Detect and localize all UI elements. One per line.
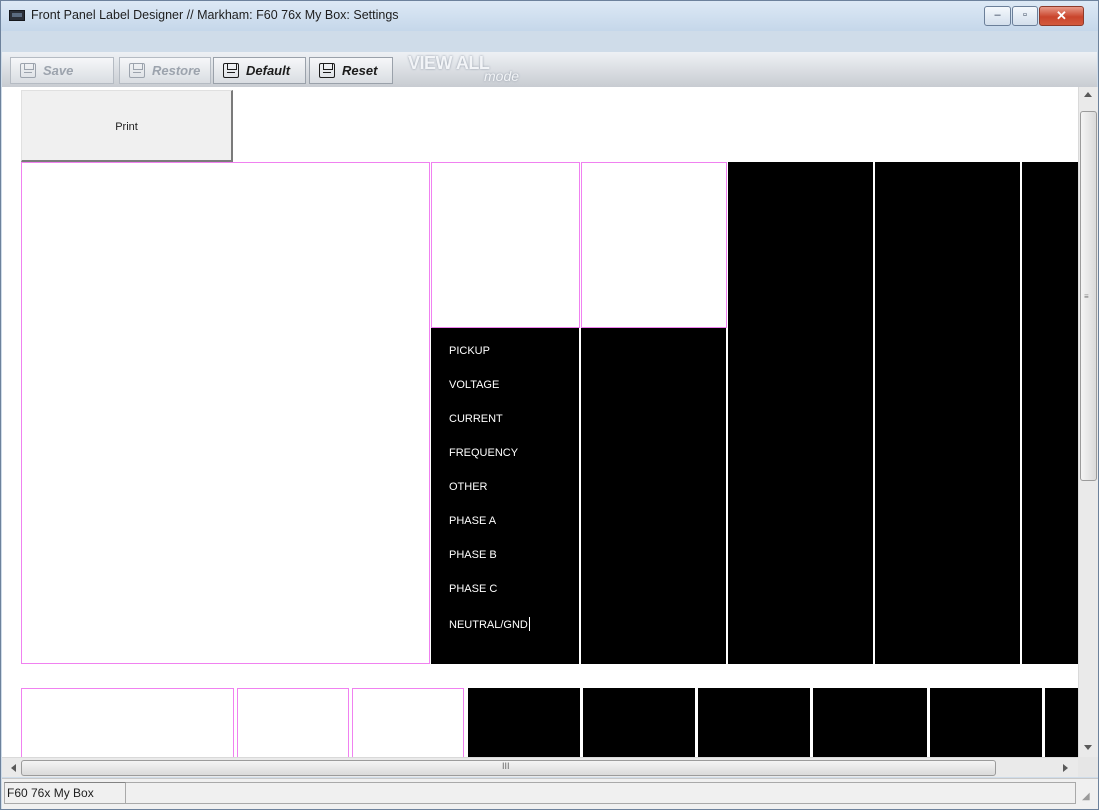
default-button[interactable]: Default [213, 57, 306, 84]
restore-button-label: Restore [152, 63, 201, 78]
display-label-panel[interactable] [21, 162, 430, 664]
vertical-scrollbar[interactable]: ≡ [1078, 87, 1098, 757]
pushbutton-label-panel-9[interactable] [1045, 688, 1078, 757]
pushbutton-label-panel-2[interactable] [237, 688, 349, 757]
default-button-label: Default [246, 63, 291, 78]
led-label-panel-4[interactable] [875, 162, 1020, 664]
restore-button[interactable]: Restore [119, 57, 211, 84]
reset-button-label: Reset [342, 63, 378, 78]
resize-grip-icon[interactable]: ◢ [1082, 791, 1090, 802]
led-label-text: CURRENT [449, 413, 503, 425]
status-bar: F60 76x My Box ◢ [2, 778, 1098, 809]
scroll-left-arrow-icon[interactable] [11, 764, 16, 772]
led-label-text: PICKUP [449, 345, 490, 357]
label-panel-top-2[interactable] [581, 162, 727, 328]
led-label-panel-1[interactable]: PICKUP VOLTAGE CURRENT FREQUENCY OTHER PHASE … [431, 328, 579, 664]
reset-icon [319, 63, 335, 78]
scroll-right-arrow-icon[interactable] [1063, 764, 1068, 772]
save-button[interactable]: Save [10, 57, 114, 84]
led-label-text: NEUTRAL/GND [449, 619, 528, 631]
maximize-button[interactable]: ▫ [1012, 6, 1038, 26]
led-label-item[interactable]: NEUTRAL/GND [449, 617, 569, 631]
horizontal-scroll-thumb[interactable]: III [21, 760, 996, 776]
scroll-up-arrow-icon[interactable] [1084, 92, 1092, 97]
led-label-item[interactable]: PICKUP [449, 345, 569, 357]
led-label-text: PHASE A [449, 515, 497, 527]
scroll-down-arrow-icon[interactable] [1084, 745, 1092, 750]
scroll-corner [1078, 757, 1098, 777]
text-cursor [528, 617, 530, 631]
pushbutton-label-panel-8[interactable] [930, 688, 1042, 757]
pushbutton-label-panel-3[interactable] [352, 688, 464, 757]
print-button[interactable]: Print [21, 90, 233, 162]
toolbar: Save Restore Default Reset VIEW ALL mode [2, 52, 1097, 88]
pushbutton-label-panel-4[interactable] [468, 688, 580, 757]
view-all-mode-toggle[interactable]: VIEW ALL [408, 53, 490, 74]
label-canvas[interactable]: Print PICKUP VOLTAGE CURRENT FREQUENCY OTHER… [2, 87, 1078, 757]
led-label-item[interactable]: FREQUENCY [449, 447, 569, 459]
led-label-text: OTHER [449, 481, 488, 493]
led-label-item[interactable]: OTHER [449, 481, 569, 493]
vertical-scroll-thumb[interactable]: ≡ [1080, 111, 1097, 481]
horizontal-scrollbar[interactable]: III [2, 757, 1078, 777]
led-label-text: VOLTAGE [449, 379, 500, 391]
led-label-panel-5[interactable] [1022, 162, 1078, 664]
application-window: Front Panel Label Designer // Markham: F… [0, 0, 1099, 810]
pushbutton-label-panel-1[interactable] [21, 688, 234, 757]
led-label-panel-2[interactable] [581, 328, 726, 664]
status-device-name: F60 76x My Box [4, 782, 126, 804]
led-label-item[interactable]: PHASE B [449, 549, 569, 561]
pushbutton-label-panel-6[interactable] [698, 688, 810, 757]
led-label-item[interactable]: CURRENT [449, 413, 569, 425]
pushbutton-label-panel-5[interactable] [583, 688, 695, 757]
led-label-text: PHASE B [449, 549, 497, 561]
status-panel-empty [126, 782, 1076, 804]
window-title: Front Panel Label Designer // Markham: F… [31, 8, 399, 22]
scroll-grip-icon: ≡ [1084, 292, 1089, 301]
default-icon [223, 63, 239, 78]
led-label-text: FREQUENCY [449, 447, 519, 459]
view-all-mode-caption: mode [484, 68, 520, 84]
scroll-grip-icon: III [502, 761, 510, 771]
save-icon [20, 63, 36, 78]
close-button[interactable]: ✕ [1039, 6, 1084, 26]
led-label-item[interactable]: PHASE C [449, 583, 569, 595]
keyboard-icon [9, 10, 25, 21]
pushbutton-label-panel-7[interactable] [813, 688, 927, 757]
led-label-panel-3[interactable] [728, 162, 873, 664]
save-button-label: Save [43, 63, 74, 78]
restore-icon [129, 63, 145, 78]
minimize-button[interactable]: – [984, 6, 1011, 26]
led-label-item[interactable]: VOLTAGE [449, 379, 569, 391]
title-bar[interactable]: Front Panel Label Designer // Markham: F… [1, 1, 1098, 31]
led-label-text: PHASE C [449, 583, 498, 595]
label-panel-top-1[interactable] [431, 162, 580, 328]
reset-button[interactable]: Reset [309, 57, 393, 84]
led-label-item[interactable]: PHASE A [449, 515, 569, 527]
